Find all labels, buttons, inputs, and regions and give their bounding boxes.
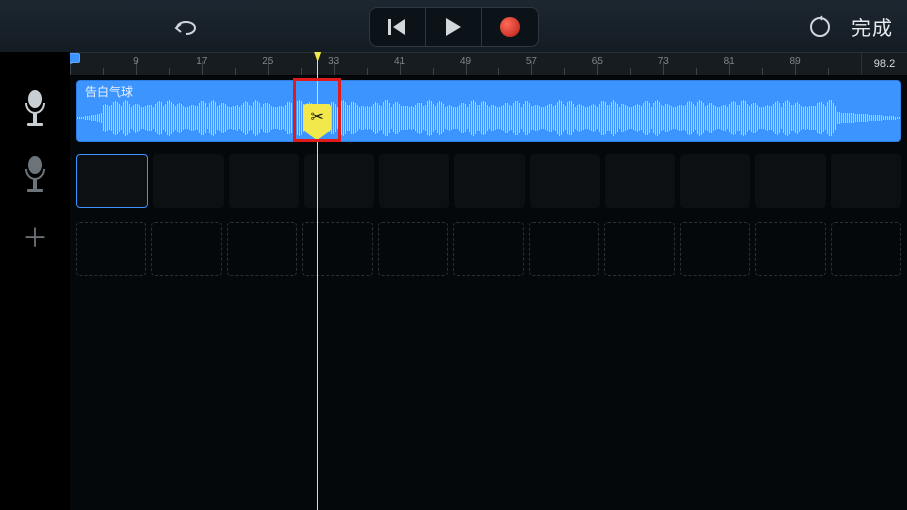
record-icon [500, 17, 520, 37]
ruler-tick-label: 33 [328, 56, 339, 67]
cell-slot[interactable] [76, 222, 146, 276]
play-icon [444, 17, 462, 37]
ruler-tick-label: 57 [526, 56, 537, 67]
add-track-button[interactable]: ＋ [0, 208, 70, 264]
record-button[interactable] [482, 8, 538, 46]
track-header-mic-1[interactable] [0, 76, 70, 142]
cell-slot[interactable] [605, 154, 675, 208]
split-marker[interactable]: ✂ [303, 104, 331, 140]
cell-slot[interactable] [304, 154, 374, 208]
cell-slot[interactable] [151, 222, 221, 276]
play-button[interactable] [426, 8, 482, 46]
audio-clip[interactable]: 告白气球 [76, 80, 901, 142]
cell-slot[interactable] [378, 222, 448, 276]
cell-slot[interactable] [680, 222, 750, 276]
cell-slot[interactable] [831, 154, 901, 208]
mic-icon [20, 89, 50, 129]
ruler-tick-label: 17 [196, 56, 207, 67]
undo-icon [172, 16, 198, 38]
done-button[interactable]: 完成 [851, 12, 893, 41]
mic-icon [20, 155, 50, 195]
skip-back-button[interactable] [370, 8, 426, 46]
ruler-tick-label: 73 [658, 56, 669, 67]
top-toolbar: 完成 [0, 0, 907, 52]
cell-slot[interactable] [680, 154, 750, 208]
ruler-tick-label: 49 [460, 56, 471, 67]
arrange-area[interactable]: 告白气球 [70, 76, 907, 510]
ruler-tick-label: 65 [592, 56, 603, 67]
cell-slot[interactable] [454, 154, 524, 208]
cell-slot[interactable] [153, 154, 223, 208]
cell-slot[interactable] [76, 154, 148, 208]
waveform [77, 97, 900, 139]
cell-slot[interactable] [755, 154, 825, 208]
ruler-tick-label: 81 [724, 56, 735, 67]
transport-controls [369, 7, 539, 47]
cell-slot[interactable] [379, 154, 449, 208]
ruler-tick-label: 25 [262, 56, 273, 67]
position-readout: 98.2 [861, 53, 907, 75]
cell-slot[interactable] [755, 222, 825, 276]
cell-row-1 [76, 154, 901, 208]
ruler-tick-label: 9 [133, 56, 139, 67]
loop-icon [808, 15, 832, 39]
cell-slot[interactable] [529, 222, 599, 276]
undo-button[interactable] [165, 12, 205, 42]
cell-row-2 [76, 222, 901, 276]
cell-slot[interactable] [604, 222, 674, 276]
plus-icon: ＋ [22, 218, 48, 255]
scissors-icon: ✂ [310, 107, 323, 127]
loop-button[interactable] [805, 12, 835, 42]
ruler-tick-label: 41 [394, 56, 405, 67]
cell-slot[interactable] [831, 222, 901, 276]
ruler-tick-label: 89 [790, 56, 801, 67]
cell-slot[interactable] [453, 222, 523, 276]
cell-slot[interactable] [229, 154, 299, 208]
cell-slot[interactable] [530, 154, 600, 208]
track-header-column: ＋ [0, 52, 70, 510]
track-header-mic-2[interactable] [0, 142, 70, 208]
ruler-ticks: 1917253341495765738189 [70, 53, 861, 75]
skip-back-icon [387, 18, 407, 36]
timeline-ruler[interactable]: 1917253341495765738189 98.2 [70, 52, 907, 76]
cell-slot[interactable] [227, 222, 297, 276]
cell-slot[interactable] [302, 222, 372, 276]
